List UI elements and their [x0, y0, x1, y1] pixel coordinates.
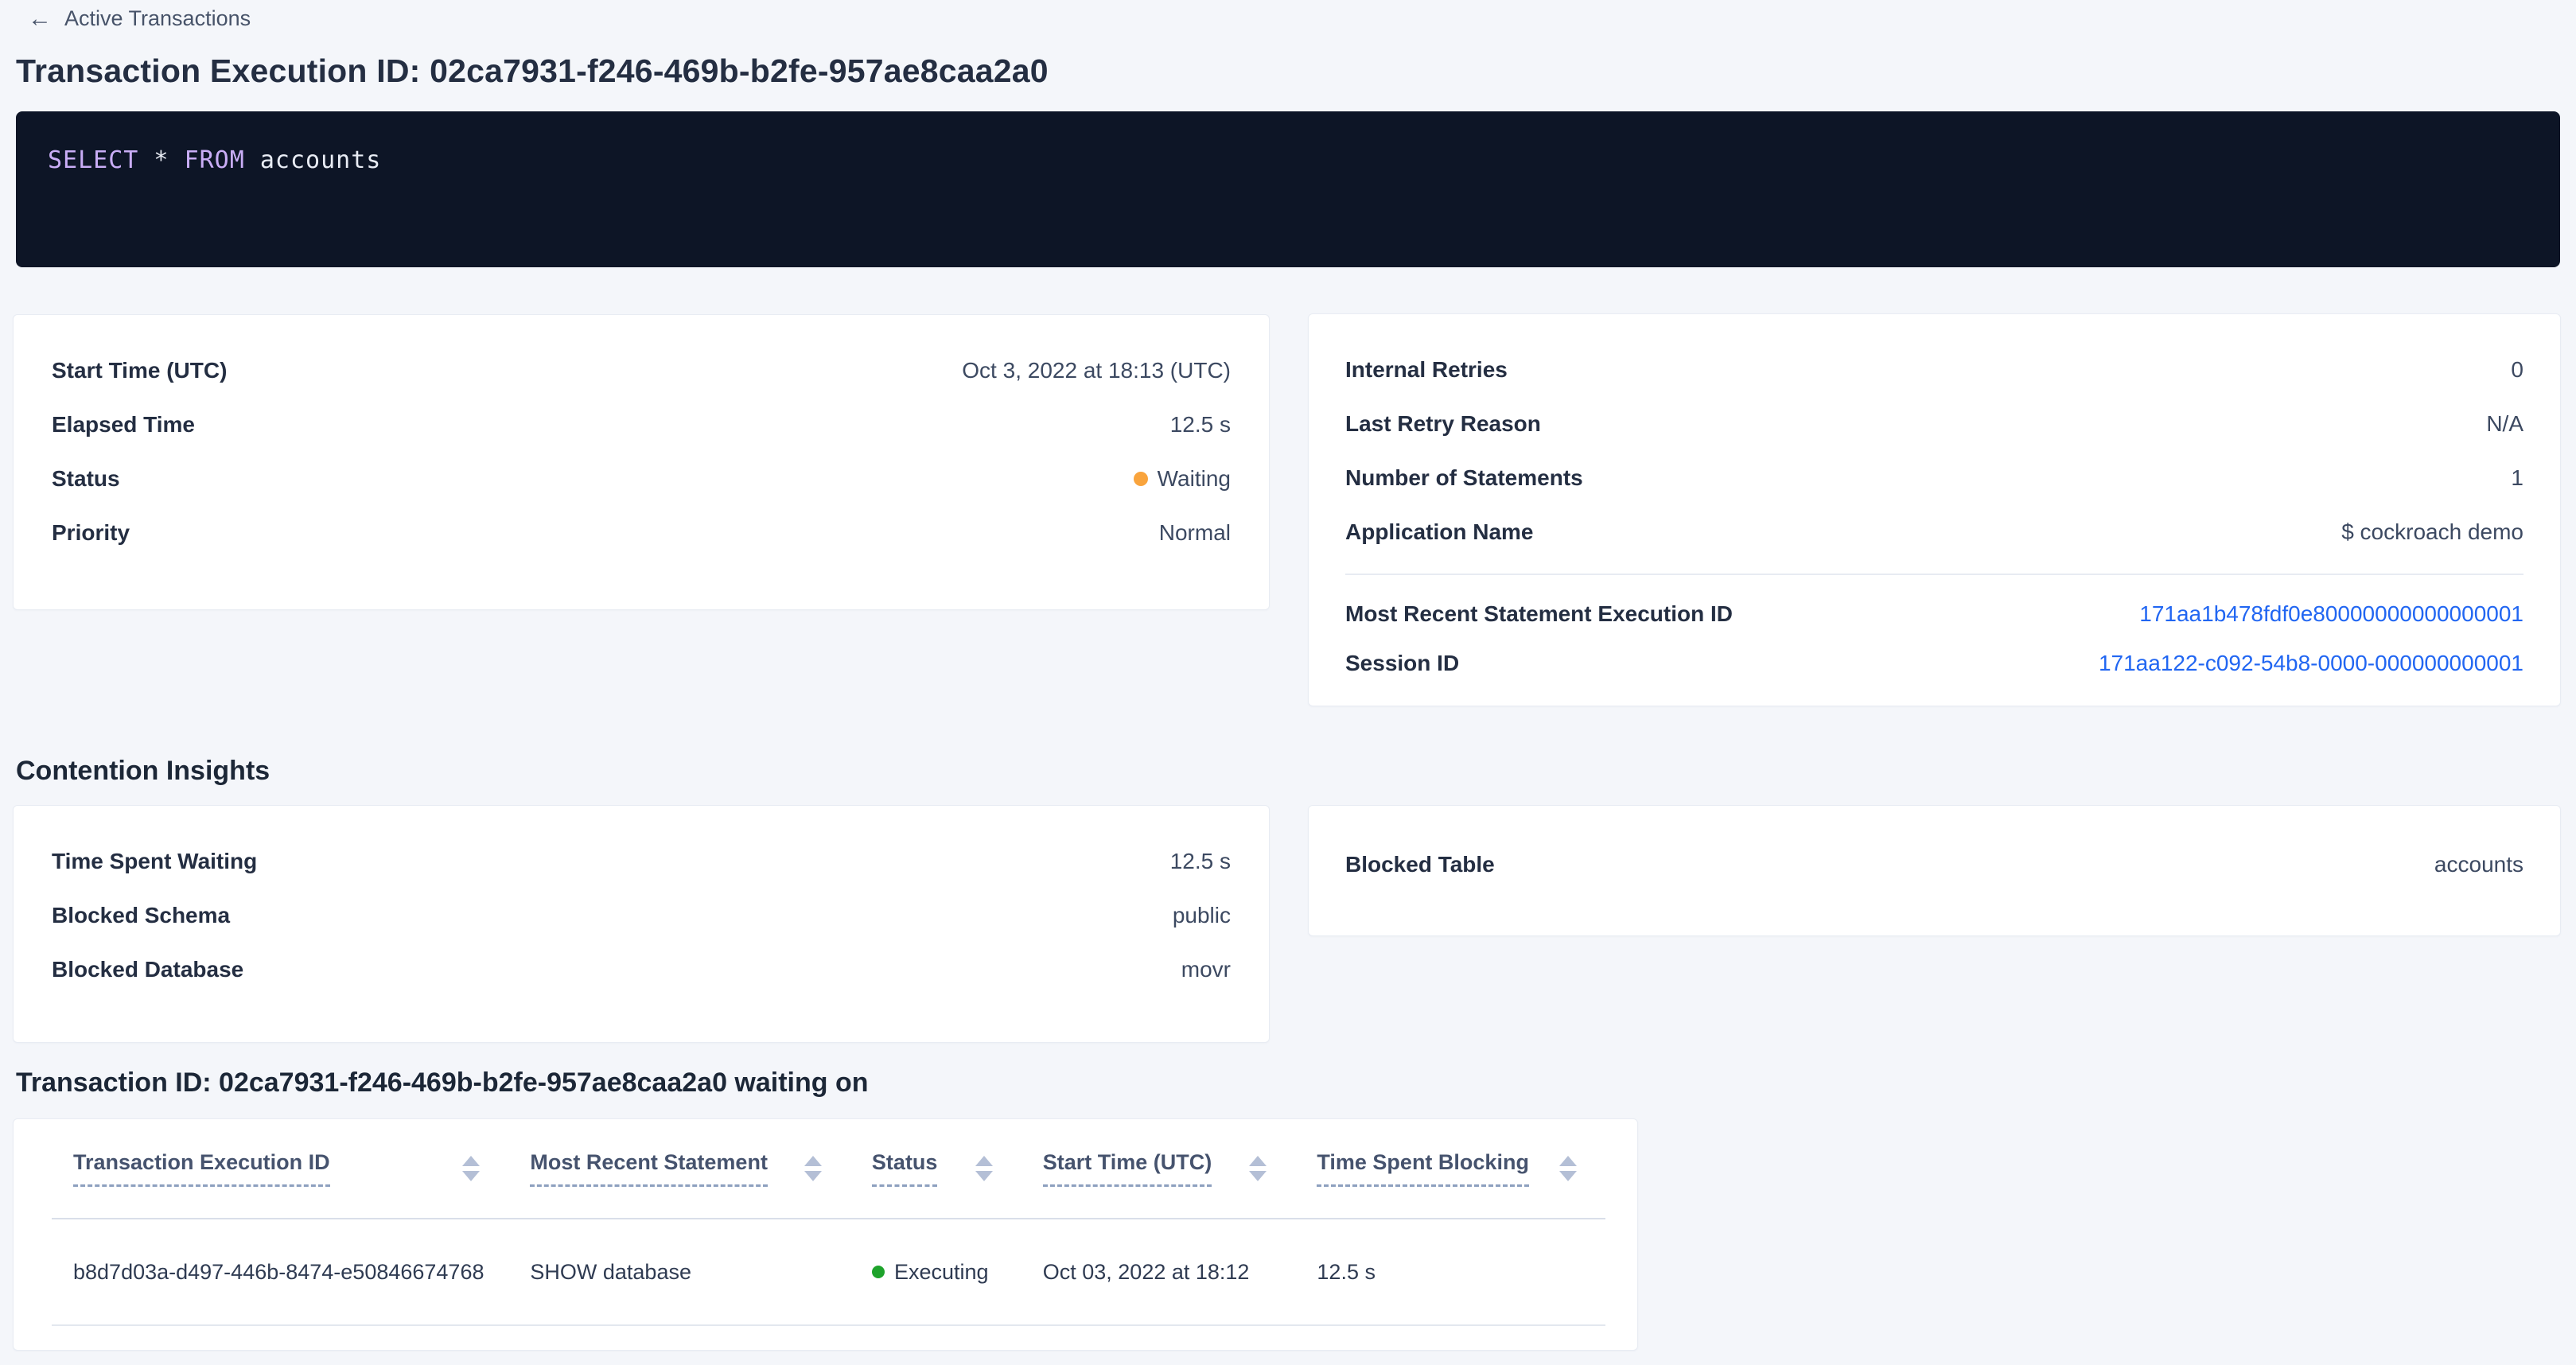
- contention-insights-heading: Contention Insights: [16, 756, 270, 787]
- session-id-link[interactable]: 171aa122-c092-54b8-0000-000000000001: [2099, 651, 2523, 676]
- status-text: Waiting: [1158, 466, 1231, 492]
- sort-icon: [462, 1156, 480, 1181]
- card-divider: [1345, 574, 2523, 575]
- sql-statement-box: SELECT * FROM accounts: [16, 111, 2560, 267]
- back-link-label: Active Transactions: [64, 6, 251, 31]
- summary-card-left: Start Time (UTC) Oct 3, 2022 at 18:13 (U…: [13, 314, 1270, 610]
- row-value: 12.5 s: [1170, 412, 1231, 438]
- column-header-status[interactable]: Status: [850, 1150, 1021, 1187]
- row-blocked-database: Blocked Database movr: [52, 943, 1231, 997]
- sql-statement: SELECT * FROM accounts: [48, 146, 2528, 174]
- row-blocked-schema: Blocked Schema public: [52, 889, 1231, 943]
- column-header-transaction-execution-id[interactable]: Transaction Execution ID: [52, 1150, 508, 1187]
- cell-time-spent-blocking: 12.5 s: [1295, 1260, 1605, 1285]
- transaction-details-page: ← Active Transactions Transaction Execut…: [0, 0, 2576, 1365]
- row-label: Status: [52, 466, 120, 492]
- row-label: Blocked Database: [52, 957, 243, 982]
- row-label: Application Name: [1345, 519, 1533, 545]
- waiting-on-heading: Transaction ID: 02ca7931-f246-469b-b2fe-…: [16, 1068, 869, 1099]
- status-value: Waiting: [1134, 466, 1231, 492]
- row-label: Most Recent Statement Execution ID: [1345, 601, 1733, 627]
- row-value: 12.5 s: [1170, 849, 1231, 874]
- row-most-recent-statement-execution-id: Most Recent Statement Execution ID 171aa…: [1345, 589, 2523, 639]
- contention-card-left: Time Spent Waiting 12.5 s Blocked Schema…: [13, 805, 1270, 1043]
- column-header-label: Status: [872, 1150, 938, 1187]
- contention-card-right: Blocked Table accounts: [1308, 805, 2561, 936]
- row-number-of-statements: Number of Statements 1: [1345, 451, 2523, 505]
- row-last-retry-reason: Last Retry Reason N/A: [1345, 397, 2523, 451]
- row-label: Blocked Table: [1345, 852, 1495, 877]
- cell-transaction-execution-id: b8d7d03a-d497-446b-8474-e50846674768: [52, 1260, 508, 1285]
- row-value: accounts: [2434, 852, 2523, 877]
- row-value: $ cockroach demo: [2341, 519, 2523, 545]
- row-session-id: Session ID 171aa122-c092-54b8-0000-00000…: [1345, 639, 2523, 688]
- table-row: b8d7d03a-d497-446b-8474-e50846674768 SHO…: [52, 1219, 1605, 1326]
- column-header-most-recent-statement[interactable]: Most Recent Statement: [508, 1150, 850, 1187]
- sql-keyword: SELECT: [48, 146, 138, 174]
- column-header-label: Start Time (UTC): [1043, 1150, 1212, 1187]
- cell-start-time: Oct 03, 2022 at 18:12: [1021, 1260, 1296, 1285]
- arrow-left-icon: ←: [28, 7, 52, 31]
- row-value: movr: [1181, 957, 1231, 982]
- row-value: 1: [2511, 465, 2523, 491]
- row-value: Normal: [1159, 520, 1231, 546]
- summary-card-right: Internal Retries 0 Last Retry Reason N/A…: [1308, 313, 2561, 706]
- row-value: N/A: [2486, 411, 2523, 437]
- sort-icon: [804, 1156, 822, 1181]
- row-label: Blocked Schema: [52, 903, 230, 928]
- column-header-start-time[interactable]: Start Time (UTC): [1021, 1150, 1296, 1187]
- row-label: Session ID: [1345, 651, 1459, 676]
- row-elapsed-time: Elapsed Time 12.5 s: [52, 398, 1231, 452]
- column-header-label: Time Spent Blocking: [1317, 1150, 1529, 1187]
- row-label: Number of Statements: [1345, 465, 1583, 491]
- status-waiting-dot-icon: [1134, 472, 1148, 486]
- column-header-time-spent-blocking[interactable]: Time Spent Blocking: [1295, 1150, 1605, 1187]
- page-title: Transaction Execution ID: 02ca7931-f246-…: [16, 52, 1049, 90]
- row-label: Priority: [52, 520, 130, 546]
- row-application-name: Application Name $ cockroach demo: [1345, 505, 2523, 559]
- row-start-time: Start Time (UTC) Oct 3, 2022 at 18:13 (U…: [52, 344, 1231, 398]
- row-label: Internal Retries: [1345, 357, 1508, 383]
- cell-most-recent-statement: SHOW database: [508, 1260, 850, 1285]
- sql-keyword: FROM: [185, 146, 245, 174]
- row-priority: Priority Normal: [52, 506, 1231, 560]
- sort-icon: [975, 1156, 993, 1181]
- back-link-active-transactions[interactable]: ← Active Transactions: [28, 6, 251, 31]
- sql-text: accounts: [245, 146, 382, 174]
- row-label: Elapsed Time: [52, 412, 195, 438]
- status-executing-dot-icon: [872, 1266, 885, 1278]
- table-header-row: Transaction Execution ID Most Recent Sta…: [52, 1119, 1605, 1219]
- sql-text: *: [138, 146, 184, 174]
- column-header-label: Most Recent Statement: [530, 1150, 768, 1187]
- sort-icon: [1559, 1156, 1577, 1181]
- cell-status: Executing: [850, 1260, 1021, 1285]
- row-value: 0: [2511, 357, 2523, 383]
- row-label: Last Retry Reason: [1345, 411, 1541, 437]
- row-internal-retries: Internal Retries 0: [1345, 343, 2523, 397]
- row-value: Oct 3, 2022 at 18:13 (UTC): [962, 358, 1231, 383]
- statement-execution-id-link[interactable]: 171aa1b478fdf0e80000000000000001: [2139, 601, 2523, 627]
- row-label: Time Spent Waiting: [52, 849, 257, 874]
- column-header-label: Transaction Execution ID: [73, 1150, 330, 1187]
- row-blocked-table: Blocked Table accounts: [1345, 838, 2523, 892]
- row-time-spent-waiting: Time Spent Waiting 12.5 s: [52, 834, 1231, 889]
- sort-icon: [1249, 1156, 1267, 1181]
- row-value: public: [1173, 903, 1231, 928]
- row-label: Start Time (UTC): [52, 358, 227, 383]
- waiting-on-table-card: Transaction Execution ID Most Recent Sta…: [13, 1118, 1638, 1351]
- status-text: Executing: [894, 1260, 989, 1285]
- row-status: Status Waiting: [52, 452, 1231, 506]
